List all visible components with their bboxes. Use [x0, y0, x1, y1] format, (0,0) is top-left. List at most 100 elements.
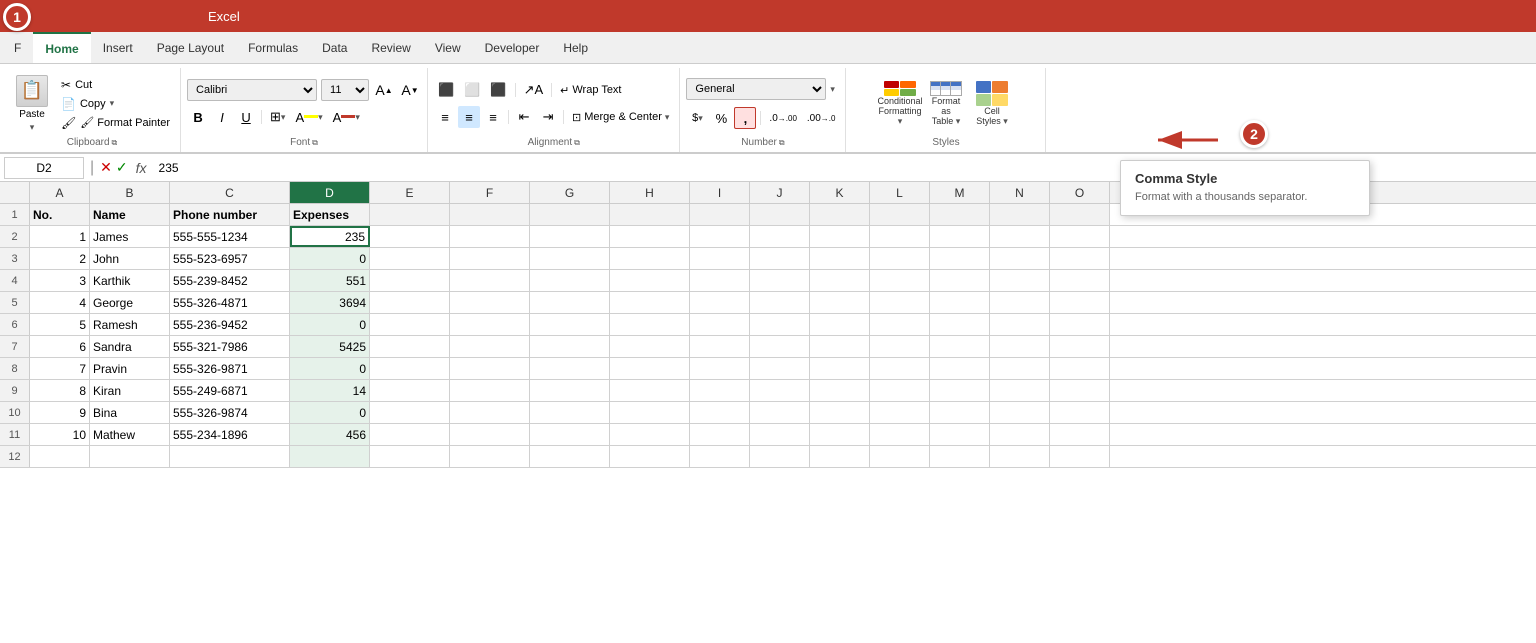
grid-cell[interactable]: 555-236-9452 [170, 314, 290, 335]
grid-cell[interactable] [690, 402, 750, 423]
merge-dropdown[interactable]: ▾ [665, 112, 670, 123]
row-number[interactable]: 7 [0, 336, 30, 357]
grid-cell[interactable] [870, 336, 930, 357]
grid-cell[interactable] [750, 292, 810, 313]
grid-cell[interactable]: 555-321-7986 [170, 336, 290, 357]
grid-cell[interactable] [30, 446, 90, 467]
grid-cell[interactable] [990, 402, 1050, 423]
grid-cell[interactable] [450, 292, 530, 313]
grid-cell[interactable] [530, 248, 610, 269]
format-as-table-button[interactable]: Format asTable ▾ [926, 79, 966, 129]
grid-cell[interactable] [1050, 358, 1110, 379]
merge-center-button[interactable]: ⊡ Merge & Center ▾ [568, 109, 673, 126]
grid-cell[interactable] [810, 358, 870, 379]
row-number[interactable]: 5 [0, 292, 30, 313]
grid-cell[interactable]: Karthik [90, 270, 170, 291]
align-middle-button[interactable]: ⬜ [460, 79, 484, 101]
grid-cell[interactable] [810, 402, 870, 423]
copy-button[interactable]: 📄 Copy ▾ [57, 95, 174, 113]
grid-cell[interactable] [1050, 270, 1110, 291]
number-format-select[interactable]: General [686, 78, 826, 100]
grid-cell[interactable] [370, 446, 450, 467]
grid-cell[interactable]: 8 [30, 380, 90, 401]
col-header-h[interactable]: H [610, 182, 690, 203]
fill-dropdown[interactable]: ▾ [318, 112, 323, 123]
grid-cell[interactable] [90, 446, 170, 467]
grid-cell[interactable]: 0 [290, 314, 370, 335]
grid-cell[interactable] [930, 446, 990, 467]
grid-cell[interactable] [690, 292, 750, 313]
grid-cell[interactable] [290, 446, 370, 467]
grid-cell[interactable] [610, 226, 690, 247]
grid-cell[interactable] [1050, 380, 1110, 401]
grid-cell[interactable] [450, 446, 530, 467]
grid-cell[interactable] [810, 446, 870, 467]
font-color-button[interactable]: A ▾ [329, 106, 364, 128]
align-bottom-button[interactable]: ⬛ [486, 79, 510, 101]
grid-cell[interactable]: George [90, 292, 170, 313]
grid-cell[interactable] [810, 314, 870, 335]
col-header-j[interactable]: J [750, 182, 810, 203]
grid-cell[interactable] [930, 226, 990, 247]
conditional-formatting-button[interactable]: ConditionalFormatting ▾ [880, 79, 920, 129]
col-header-o[interactable]: O [1050, 182, 1110, 203]
grid-cell[interactable] [870, 204, 930, 225]
grid-cell[interactable]: Bina [90, 402, 170, 423]
grid-cell[interactable]: 9 [30, 402, 90, 423]
align-center-button[interactable]: ≡ [458, 106, 480, 128]
grid-cell[interactable] [610, 270, 690, 291]
grid-cell[interactable] [450, 248, 530, 269]
grid-cell[interactable] [810, 380, 870, 401]
grid-cell[interactable] [610, 402, 690, 423]
cancel-formula-button[interactable]: ✕ [100, 159, 112, 176]
grid-cell[interactable] [870, 446, 930, 467]
tab-insert[interactable]: Insert [91, 32, 145, 63]
grid-cell[interactable] [690, 380, 750, 401]
grid-cell[interactable]: James [90, 226, 170, 247]
grid-cell[interactable] [690, 226, 750, 247]
grid-cell[interactable] [810, 336, 870, 357]
grid-cell[interactable] [870, 358, 930, 379]
grid-cell[interactable]: 14 [290, 380, 370, 401]
grid-cell[interactable] [690, 424, 750, 445]
grid-cell[interactable] [530, 270, 610, 291]
font-grow-button[interactable]: A▲ [373, 79, 395, 101]
grid-cell[interactable]: Expenses [290, 204, 370, 225]
col-header-i[interactable]: I [690, 182, 750, 203]
grid-cell[interactable]: Kiran [90, 380, 170, 401]
grid-cell[interactable]: 551 [290, 270, 370, 291]
tab-home[interactable]: Home [33, 32, 90, 63]
grid-cell[interactable] [690, 204, 750, 225]
cut-button[interactable]: ✂ Cut [57, 76, 174, 94]
grid-cell[interactable] [530, 402, 610, 423]
row-number[interactable]: 2 [0, 226, 30, 247]
grid-cell[interactable] [870, 270, 930, 291]
paste-dropdown-arrow[interactable]: ▾ [30, 122, 35, 133]
grid-cell[interactable] [170, 446, 290, 467]
col-header-f[interactable]: F [450, 182, 530, 203]
grid-cell[interactable] [690, 446, 750, 467]
row-number[interactable]: 10 [0, 402, 30, 423]
grid-cell[interactable] [750, 446, 810, 467]
grid-cell[interactable] [610, 204, 690, 225]
text-direction-button[interactable]: ↗A [520, 79, 548, 101]
confirm-formula-button[interactable]: ✓ [116, 159, 128, 176]
grid-cell[interactable] [750, 424, 810, 445]
grid-cell[interactable] [370, 380, 450, 401]
grid-cell[interactable] [930, 270, 990, 291]
grid-cell[interactable] [690, 358, 750, 379]
grid-cell[interactable] [990, 380, 1050, 401]
grid-cell[interactable] [450, 358, 530, 379]
grid-cell[interactable]: 3694 [290, 292, 370, 313]
grid-cell[interactable] [530, 424, 610, 445]
row-number[interactable]: 1 [0, 204, 30, 225]
grid-cell[interactable] [1050, 248, 1110, 269]
col-header-b[interactable]: B [90, 182, 170, 203]
comma-style-button[interactable]: , [734, 107, 756, 129]
grid-cell[interactable] [930, 292, 990, 313]
grid-cell[interactable] [990, 446, 1050, 467]
grid-cell[interactable] [750, 204, 810, 225]
grid-cell[interactable] [530, 336, 610, 357]
grid-cell[interactable] [750, 314, 810, 335]
row-number[interactable]: 11 [0, 424, 30, 445]
